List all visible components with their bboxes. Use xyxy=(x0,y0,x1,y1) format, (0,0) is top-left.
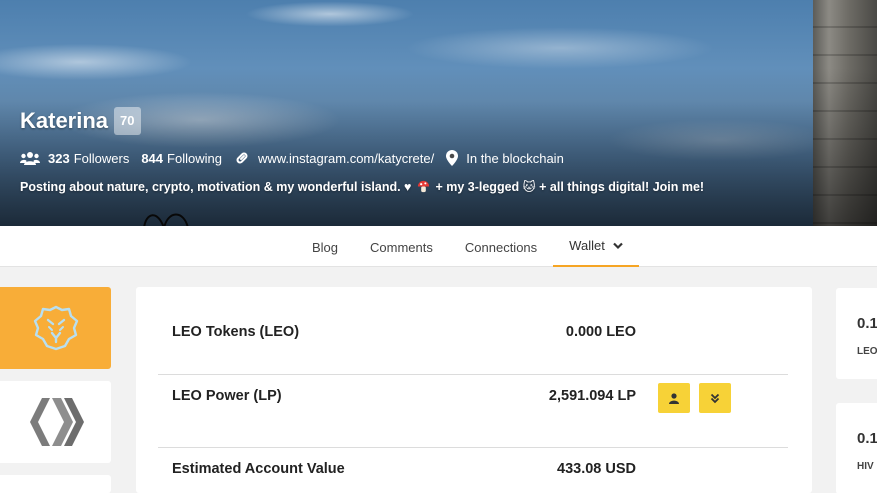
followers-count: 323 xyxy=(48,150,70,166)
profile-name: Katerina xyxy=(20,108,109,133)
following-count: 844 xyxy=(141,150,164,166)
tab-comments[interactable]: Comments xyxy=(354,226,449,267)
users-icon xyxy=(20,151,40,165)
profile-tabs: Blog Comments Connections Wallet xyxy=(296,226,639,267)
summary-symbol: LEO xyxy=(857,346,877,357)
power-down-button[interactable] xyxy=(699,383,731,413)
token-card-hive[interactable] xyxy=(0,381,111,463)
profile-stats: 323 Followers 844 Following www.instagra… xyxy=(20,150,564,166)
hive-logo-icon xyxy=(29,398,84,446)
tab-blog[interactable]: Blog xyxy=(296,226,354,267)
delegate-button[interactable] xyxy=(658,383,690,413)
bio-text-start: Posting about nature, crypto, motivation… xyxy=(20,180,412,194)
profile-bio: Posting about nature, crypto, motivation… xyxy=(20,179,704,194)
divider xyxy=(158,374,788,375)
followers-link[interactable]: Followers xyxy=(74,151,130,166)
location-text: In the blockchain xyxy=(466,150,564,166)
summary-amount: 0.1 xyxy=(857,430,877,447)
link-icon xyxy=(234,150,250,166)
row-value: 2,591.094 LP xyxy=(548,388,636,404)
bio-text-end: + my 3-legged 🐱 + all things digital! Jo… xyxy=(435,180,705,194)
summary-symbol: HIV xyxy=(857,461,874,472)
tab-wallet-label: Wallet xyxy=(569,238,605,253)
reputation-badge: 70 xyxy=(114,107,141,135)
tab-connections[interactable]: Connections xyxy=(449,226,553,267)
leo-lion-icon xyxy=(33,305,78,351)
user-icon xyxy=(669,392,679,404)
website-link[interactable]: www.instagram.com/katycrete/ xyxy=(258,151,434,166)
chevron-down-icon xyxy=(613,242,623,250)
map-marker-icon xyxy=(446,150,459,166)
wallet-panel: LEO Tokens (LEO) 0.000 LEO LEO Power (LP… xyxy=(136,287,812,493)
profile-header: Katerina 70 xyxy=(20,107,141,135)
token-card-leo[interactable] xyxy=(0,287,111,369)
row-label: LEO Power (LP) xyxy=(172,388,282,404)
row-label: LEO Tokens (LEO) xyxy=(172,324,300,340)
row-value: 0.000 LEO xyxy=(565,324,636,340)
summary-card-leo[interactable]: 0.1 LEO xyxy=(836,288,877,379)
row-value: 433.08 USD xyxy=(557,461,636,477)
token-card-3[interactable] xyxy=(0,475,111,493)
profile-cover: Katerina 70 323 Followers 844 Following xyxy=(0,0,877,226)
mushroom-icon xyxy=(417,180,430,193)
divider xyxy=(158,447,788,448)
double-chevron-down-icon xyxy=(710,393,720,403)
profile-tabbar: Blog Comments Connections Wallet xyxy=(0,226,877,267)
row-label: Estimated Account Value xyxy=(172,461,345,477)
summary-card-hive[interactable]: 0.1 HIV xyxy=(836,403,877,493)
tab-wallet[interactable]: Wallet xyxy=(553,226,639,267)
summary-amount: 0.1 xyxy=(857,315,877,332)
following-link[interactable]: Following xyxy=(167,151,222,166)
